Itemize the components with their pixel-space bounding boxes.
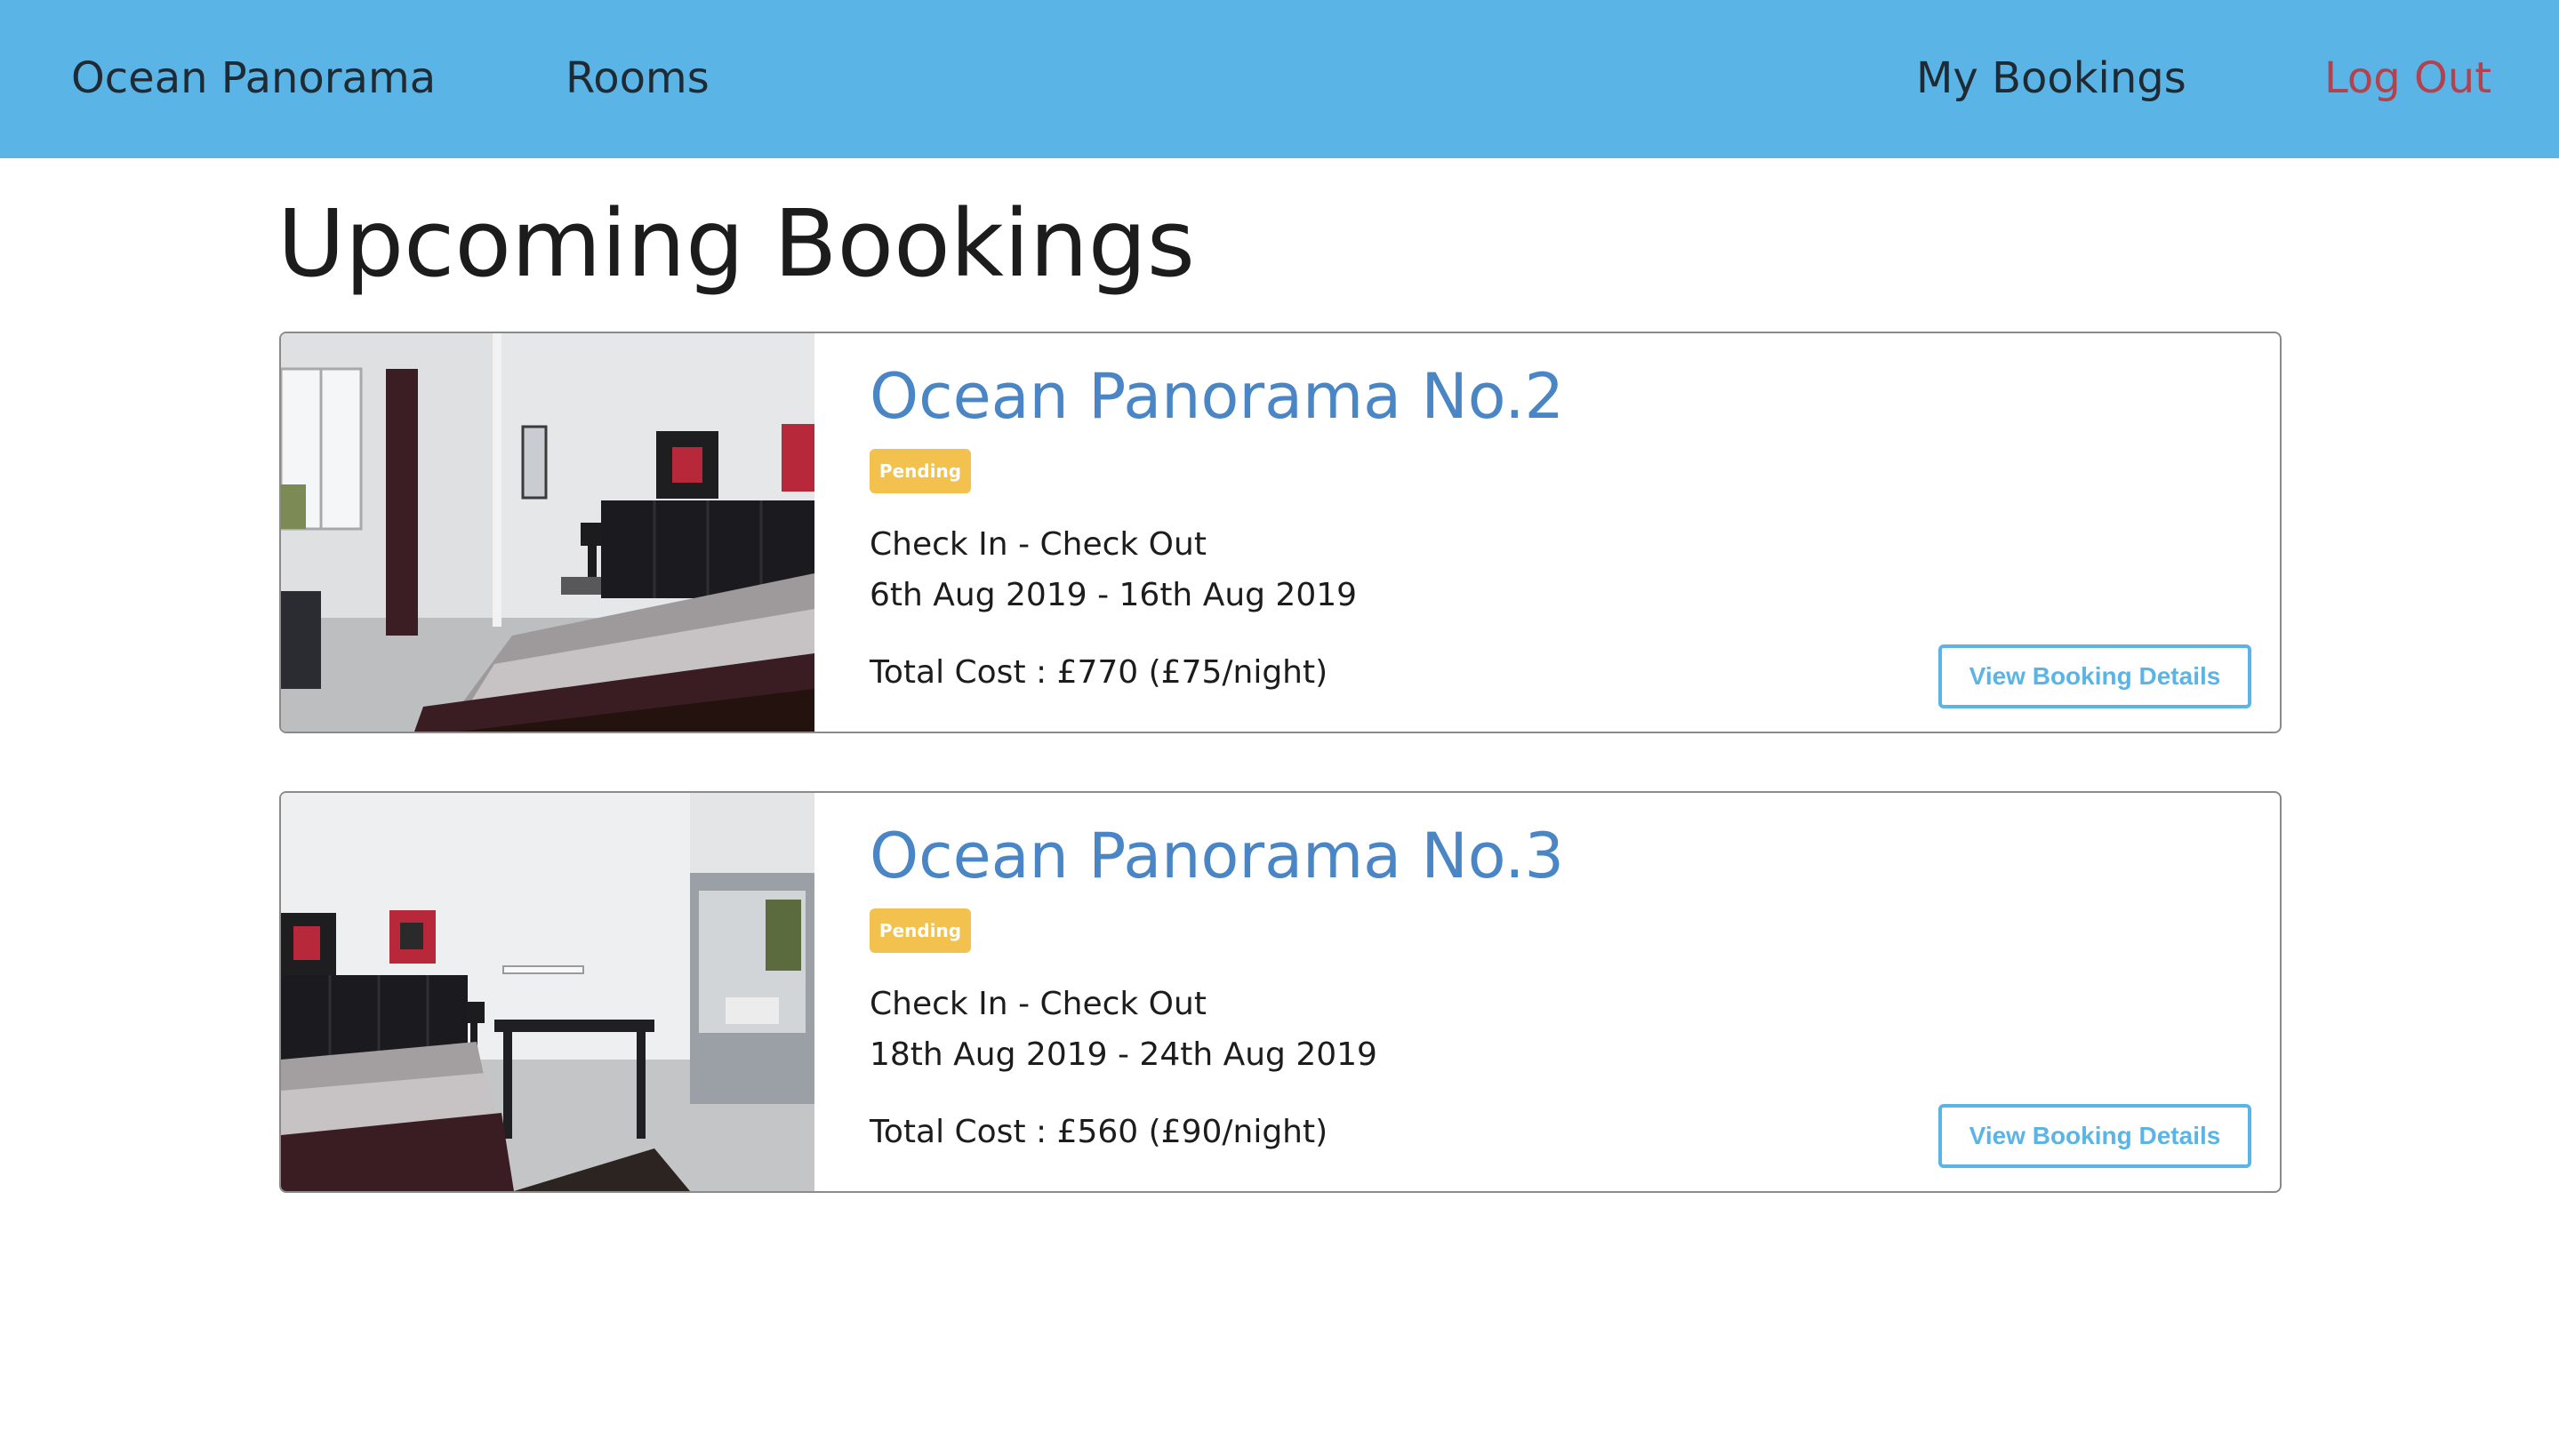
room-photo bbox=[281, 793, 814, 1191]
booking-dates: 6th Aug 2019 - 16th Aug 2019 bbox=[870, 577, 1358, 613]
room-title-link[interactable]: Ocean Panorama No.2 bbox=[870, 358, 1564, 435]
page-title: Upcoming Bookings bbox=[277, 189, 1195, 298]
dates-label: Check In - Check Out bbox=[870, 526, 1207, 563]
total-cost: Total Cost : £560 (£90/night) bbox=[870, 1114, 1328, 1150]
room-title-link[interactable]: Ocean Panorama No.3 bbox=[870, 818, 1564, 894]
nav-log-out-link[interactable]: Log Out bbox=[2324, 52, 2491, 105]
total-cost: Total Cost : £770 (£75/night) bbox=[870, 654, 1328, 691]
status-badge: Pending bbox=[870, 908, 971, 953]
nav-my-bookings-link[interactable]: My Bookings bbox=[1916, 52, 2186, 105]
nav-rooms-link[interactable]: Rooms bbox=[566, 52, 710, 105]
view-booking-details-button[interactable]: View Booking Details bbox=[1938, 644, 2251, 708]
top-navbar: Ocean Panorama Rooms My Bookings Log Out bbox=[0, 0, 2559, 158]
bedroom-photo-illustration bbox=[281, 333, 814, 732]
dates-label: Check In - Check Out bbox=[870, 986, 1207, 1022]
view-booking-details-button[interactable]: View Booking Details bbox=[1938, 1104, 2251, 1168]
room-photo bbox=[281, 333, 814, 732]
status-badge: Pending bbox=[870, 449, 971, 493]
booking-card: Ocean Panorama No.3 Pending Check In - C… bbox=[279, 791, 2282, 1193]
brand-link[interactable]: Ocean Panorama bbox=[71, 52, 436, 105]
booking-dates: 18th Aug 2019 - 24th Aug 2019 bbox=[870, 1036, 1377, 1073]
bedroom-photo-illustration bbox=[281, 793, 814, 1191]
booking-card: Ocean Panorama No.2 Pending Check In - C… bbox=[279, 332, 2282, 733]
